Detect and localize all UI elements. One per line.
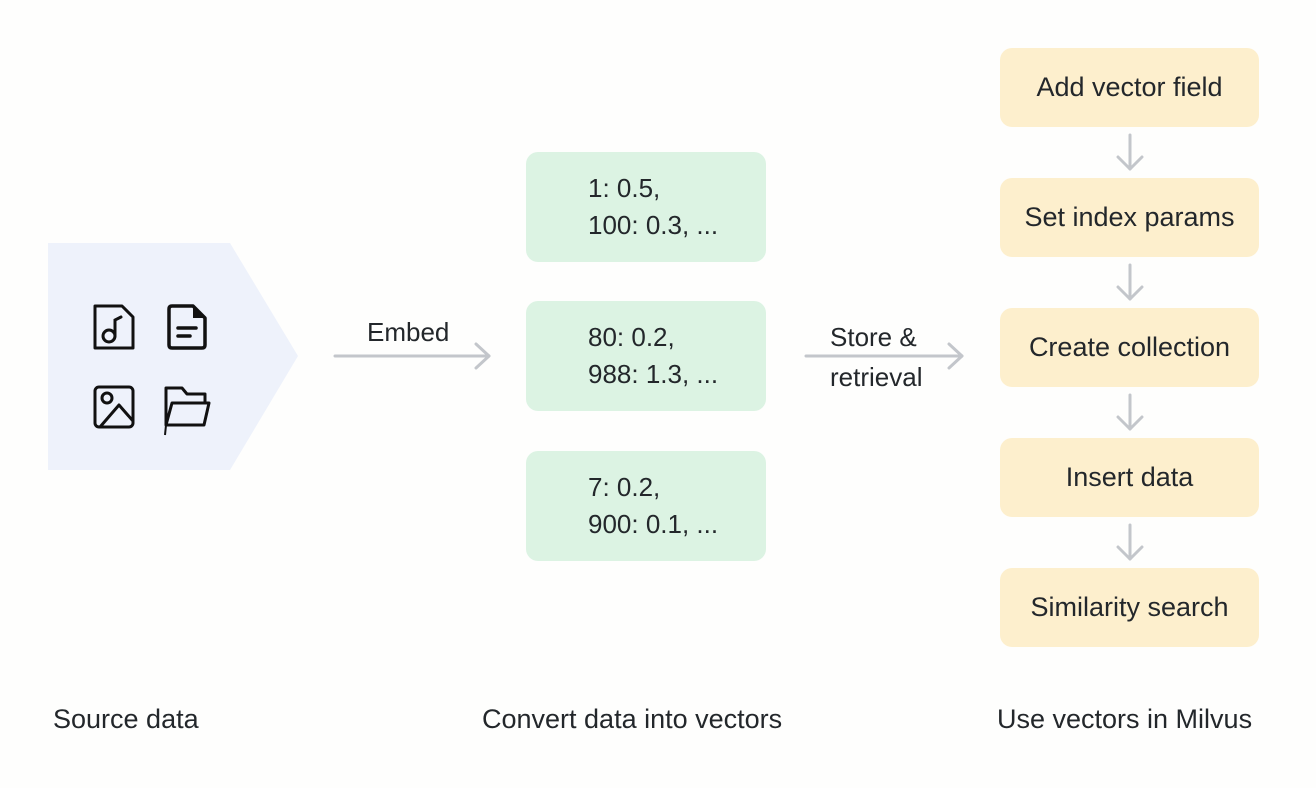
arrow-down-icon (1116, 393, 1144, 431)
music-file-icon (93, 304, 135, 350)
step-add-vector-field: Add vector field (1000, 48, 1259, 127)
step-create-collection: Create collection (1000, 308, 1259, 387)
step-set-index-params: Set index params (1000, 178, 1259, 257)
vector-line: 988: 1.3, ... (588, 359, 719, 389)
caption-source-data: Source data (53, 704, 199, 734)
text-file-icon (167, 304, 207, 350)
image-icon (93, 385, 135, 429)
folder-open-icon (164, 386, 211, 436)
vector-box: 7: 0.2, 900: 0.1, ... (526, 451, 766, 561)
caption-use-vectors-milvus: Use vectors in Milvus (997, 704, 1253, 734)
vector-line: 900: 0.1, ... (588, 509, 719, 539)
vector-line: 80: 0.2, (588, 322, 675, 352)
vector-line: 1: 0.5, (588, 173, 661, 203)
caption-convert-vectors: Convert data into vectors (482, 704, 783, 734)
vector-box: 80: 0.2, 988: 1.3, ... (526, 301, 766, 411)
vector-line: 100: 0.3, ... (588, 210, 719, 240)
arrow-down-icon (1116, 523, 1144, 561)
vector-box: 1: 0.5, 100: 0.3, ... (526, 152, 766, 262)
step-label: Similarity search (1030, 592, 1229, 622)
embed-arrow (333, 342, 491, 370)
step-label: Insert data (1065, 462, 1194, 492)
step-label: Add vector field (1036, 72, 1223, 102)
step-similarity-search: Similarity search (1000, 568, 1259, 647)
step-label: Create collection (1028, 332, 1231, 362)
step-insert-data: Insert data (1000, 438, 1259, 517)
step-label: Set index params (1024, 202, 1235, 232)
arrow-down-icon (1116, 263, 1144, 301)
arrow-down-icon (1116, 133, 1144, 171)
store-retrieval-arrow (804, 342, 964, 370)
vector-line: 7: 0.2, (588, 472, 661, 502)
